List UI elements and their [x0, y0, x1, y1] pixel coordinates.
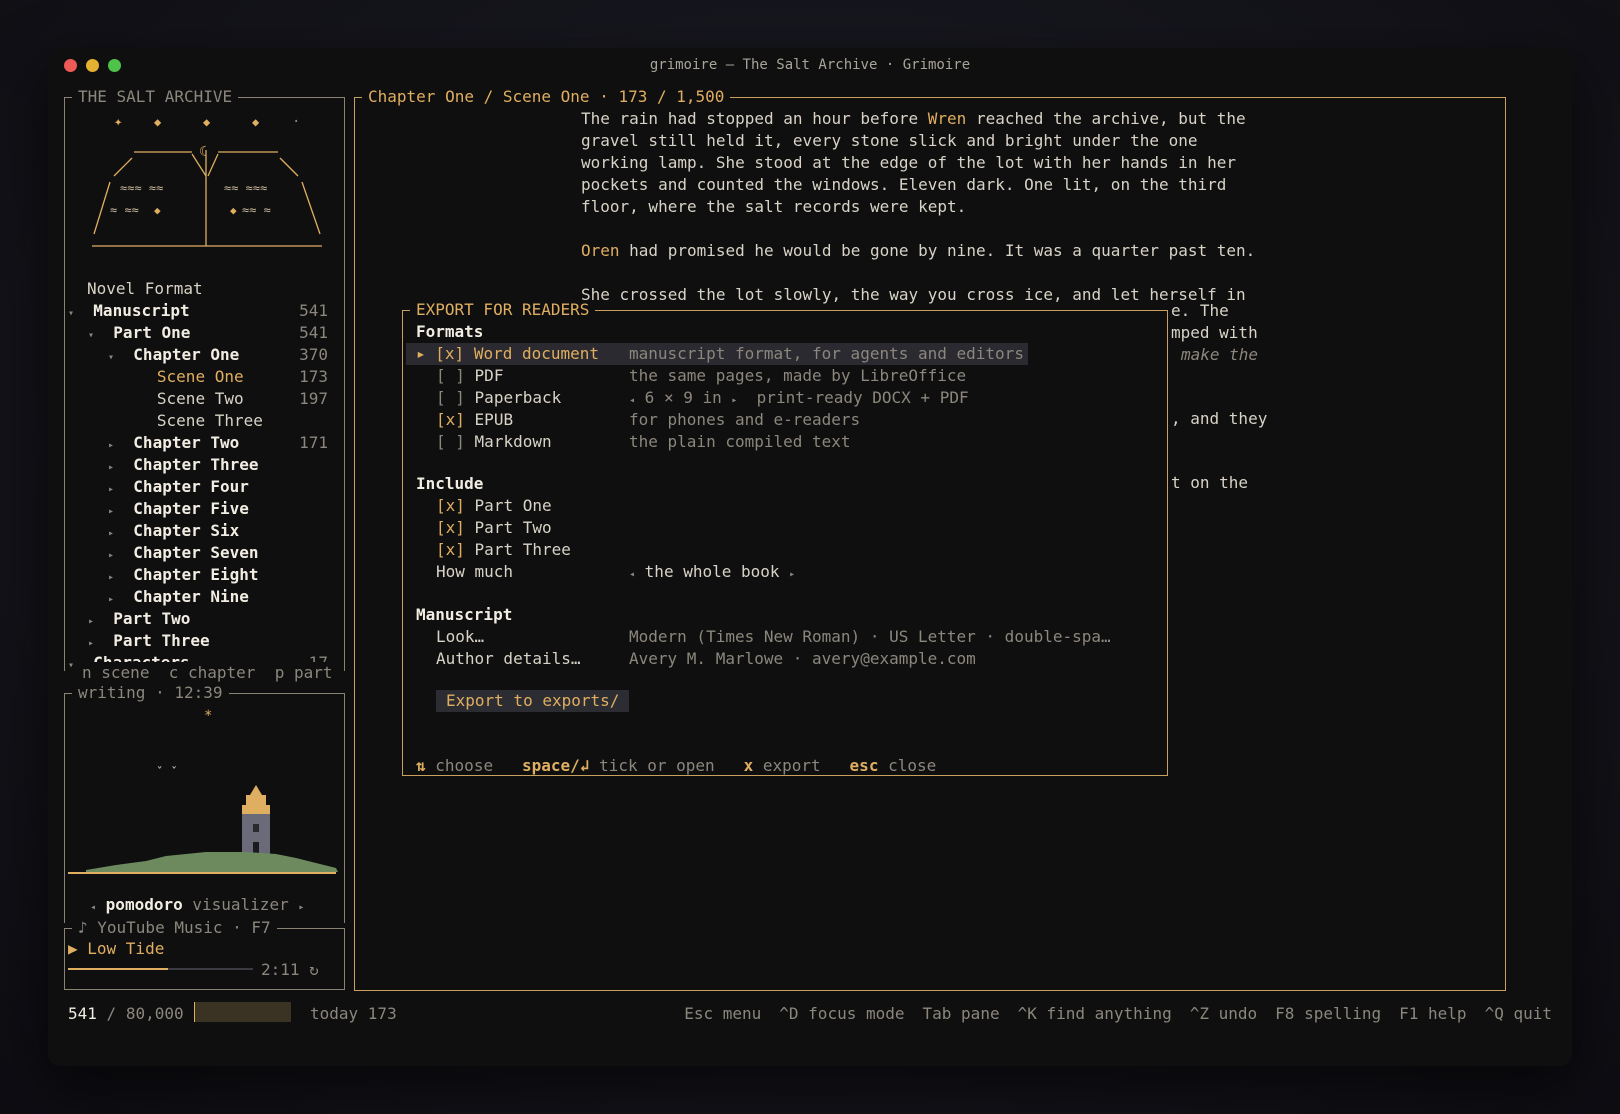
- svg-text:*: *: [204, 708, 212, 724]
- window-title: grimoire — The Salt Archive · Grimoire: [649, 57, 971, 73]
- editor-text-fragment: t on the: [1171, 473, 1249, 492]
- format-label: Novel Format: [87, 279, 203, 298]
- tree-item-scene-two[interactable]: Scene Two 197: [128, 388, 336, 410]
- format-epub[interactable]: [x] EPUB: [436, 409, 513, 431]
- shortcut-focus-mode[interactable]: ^D focus mode: [779, 1004, 904, 1023]
- music-progress[interactable]: [68, 968, 253, 970]
- mode-pomodoro[interactable]: pomodoro: [106, 895, 183, 914]
- format-markdown[interactable]: [ ] Markdown: [436, 431, 552, 453]
- goal-progress-bar: [194, 1002, 291, 1022]
- editor-text[interactable]: The rain had stopped an hour before Wren…: [581, 108, 1255, 306]
- include-part-one[interactable]: [x] Part One: [436, 495, 552, 517]
- svg-text:≈ ≈≈: ≈ ≈≈: [110, 203, 139, 217]
- refresh-icon: ↻: [309, 960, 319, 979]
- pomodoro-scene: * ˇ ˇ: [68, 708, 338, 874]
- svg-text:◆: ◆: [154, 204, 161, 217]
- dialog-title: EXPORT FOR READERS: [410, 300, 596, 320]
- formats-heading: Formats: [416, 322, 484, 341]
- svg-text:≈≈ ≈≈≈: ≈≈ ≈≈≈: [224, 181, 267, 195]
- editor-text-fragment: , and they: [1171, 409, 1268, 428]
- app-window: grimoire — The Salt Archive · Grimoire T…: [48, 48, 1572, 1066]
- svg-text:☾: ☾: [199, 144, 207, 160]
- format-paperback[interactable]: [ ] Paperback: [436, 387, 561, 409]
- format-word[interactable]: ▸ [x] Word document: [416, 343, 599, 365]
- how-much-selector[interactable]: ◂ the whole book ▸: [629, 561, 795, 586]
- include-part-three[interactable]: [x] Part Three: [436, 539, 571, 561]
- writing-title: writing · 12:39: [72, 683, 229, 703]
- shortcut-find[interactable]: ^K find anything: [1018, 1004, 1172, 1023]
- music-title: ♪ YouTube Music · F7: [72, 918, 277, 938]
- shortcut-menu[interactable]: Esc menu: [684, 1004, 761, 1023]
- include-part-two[interactable]: [x] Part Two: [436, 517, 552, 539]
- editor-header: Chapter One / Scene One · 173 / 1,500: [362, 87, 731, 107]
- writing-mode-selector[interactable]: ◂ pomodoro visualizer ▸: [88, 894, 307, 919]
- look-option[interactable]: Look…: [436, 626, 484, 648]
- editor-text-fragment: e. The: [1171, 301, 1229, 320]
- binder-hints: n scene c chapter p part: [78, 662, 337, 684]
- svg-text:◆: ◆: [203, 115, 211, 129]
- today-count: today 173: [310, 1004, 397, 1023]
- play-icon[interactable]: ▶: [68, 939, 87, 958]
- svg-text:·: ·: [292, 114, 300, 130]
- track-title: Low Tide: [87, 939, 165, 958]
- track-time: 2:11 ↻: [261, 960, 319, 979]
- format-word-desc: manuscript format, for agents and editor…: [629, 344, 1024, 363]
- svg-text:◆: ◆: [154, 115, 162, 129]
- export-button[interactable]: Export to exports/: [436, 690, 630, 712]
- mode-visualizer[interactable]: visualizer: [192, 895, 288, 914]
- editor-text-fragment: make the: [1181, 345, 1259, 364]
- now-playing[interactable]: ▶ Low Tide: [68, 938, 164, 960]
- svg-text:≈≈ ≈: ≈≈ ≈: [242, 203, 271, 217]
- shortcut-quit[interactable]: ^Q quit: [1485, 1004, 1552, 1023]
- dialog-hints: ⇅ choose space/↲ tick or open x export e…: [416, 756, 937, 775]
- manuscript-heading: Manuscript: [416, 605, 513, 624]
- tree-item-scene-three[interactable]: Scene Three: [128, 410, 336, 432]
- shortcut-spelling[interactable]: F8 spelling: [1275, 1004, 1381, 1023]
- format-pdf-desc: the same pages, made by LibreOffice: [629, 366, 967, 385]
- tree-item-scene-one[interactable]: Scene One 173: [128, 366, 336, 388]
- svg-text:◆: ◆: [230, 204, 237, 217]
- format-epub-desc: for phones and e-readers: [629, 410, 861, 429]
- svg-text:ˇ ˇ: ˇ ˇ: [156, 765, 178, 779]
- look-value: Modern (Times New Roman) · US Letter · d…: [629, 627, 1111, 646]
- svg-text:✦: ✦: [114, 114, 123, 130]
- shortcut-undo[interactable]: ^Z undo: [1190, 1004, 1257, 1023]
- word-count: 541 / 80,000: [68, 1004, 184, 1023]
- how-much-label: How much: [436, 562, 514, 581]
- titlebar: grimoire — The Salt Archive · Grimoire: [48, 48, 1572, 82]
- include-heading: Include: [416, 474, 484, 493]
- svg-text:≈≈≈ ≈≈: ≈≈≈ ≈≈: [120, 181, 163, 195]
- svg-text:◆: ◆: [252, 115, 260, 129]
- format-markdown-desc: the plain compiled text: [629, 432, 851, 451]
- format-pdf[interactable]: [ ] PDF: [436, 365, 503, 387]
- author-details-value: Avery M. Marlowe · avery@example.com: [629, 649, 976, 668]
- shortcut-pane[interactable]: Tab pane: [923, 1004, 1000, 1023]
- shortcut-bar: Esc menu ^D focus mode Tab pane ^K find any…: [666, 1003, 1552, 1025]
- archive-illustration: ✦ ◆ ◆ ◆ · ☾ ≈≈≈ ≈≈ ≈≈ ≈≈≈ ≈ ≈≈ ≈≈ ≈ ◆ ◆: [92, 114, 322, 247]
- author-details-option[interactable]: Author details…: [436, 648, 581, 670]
- editor-text-fragment: mped with: [1171, 323, 1258, 342]
- shortcut-help[interactable]: F1 help: [1399, 1004, 1466, 1023]
- project-title: THE SALT ARCHIVE: [72, 87, 239, 107]
